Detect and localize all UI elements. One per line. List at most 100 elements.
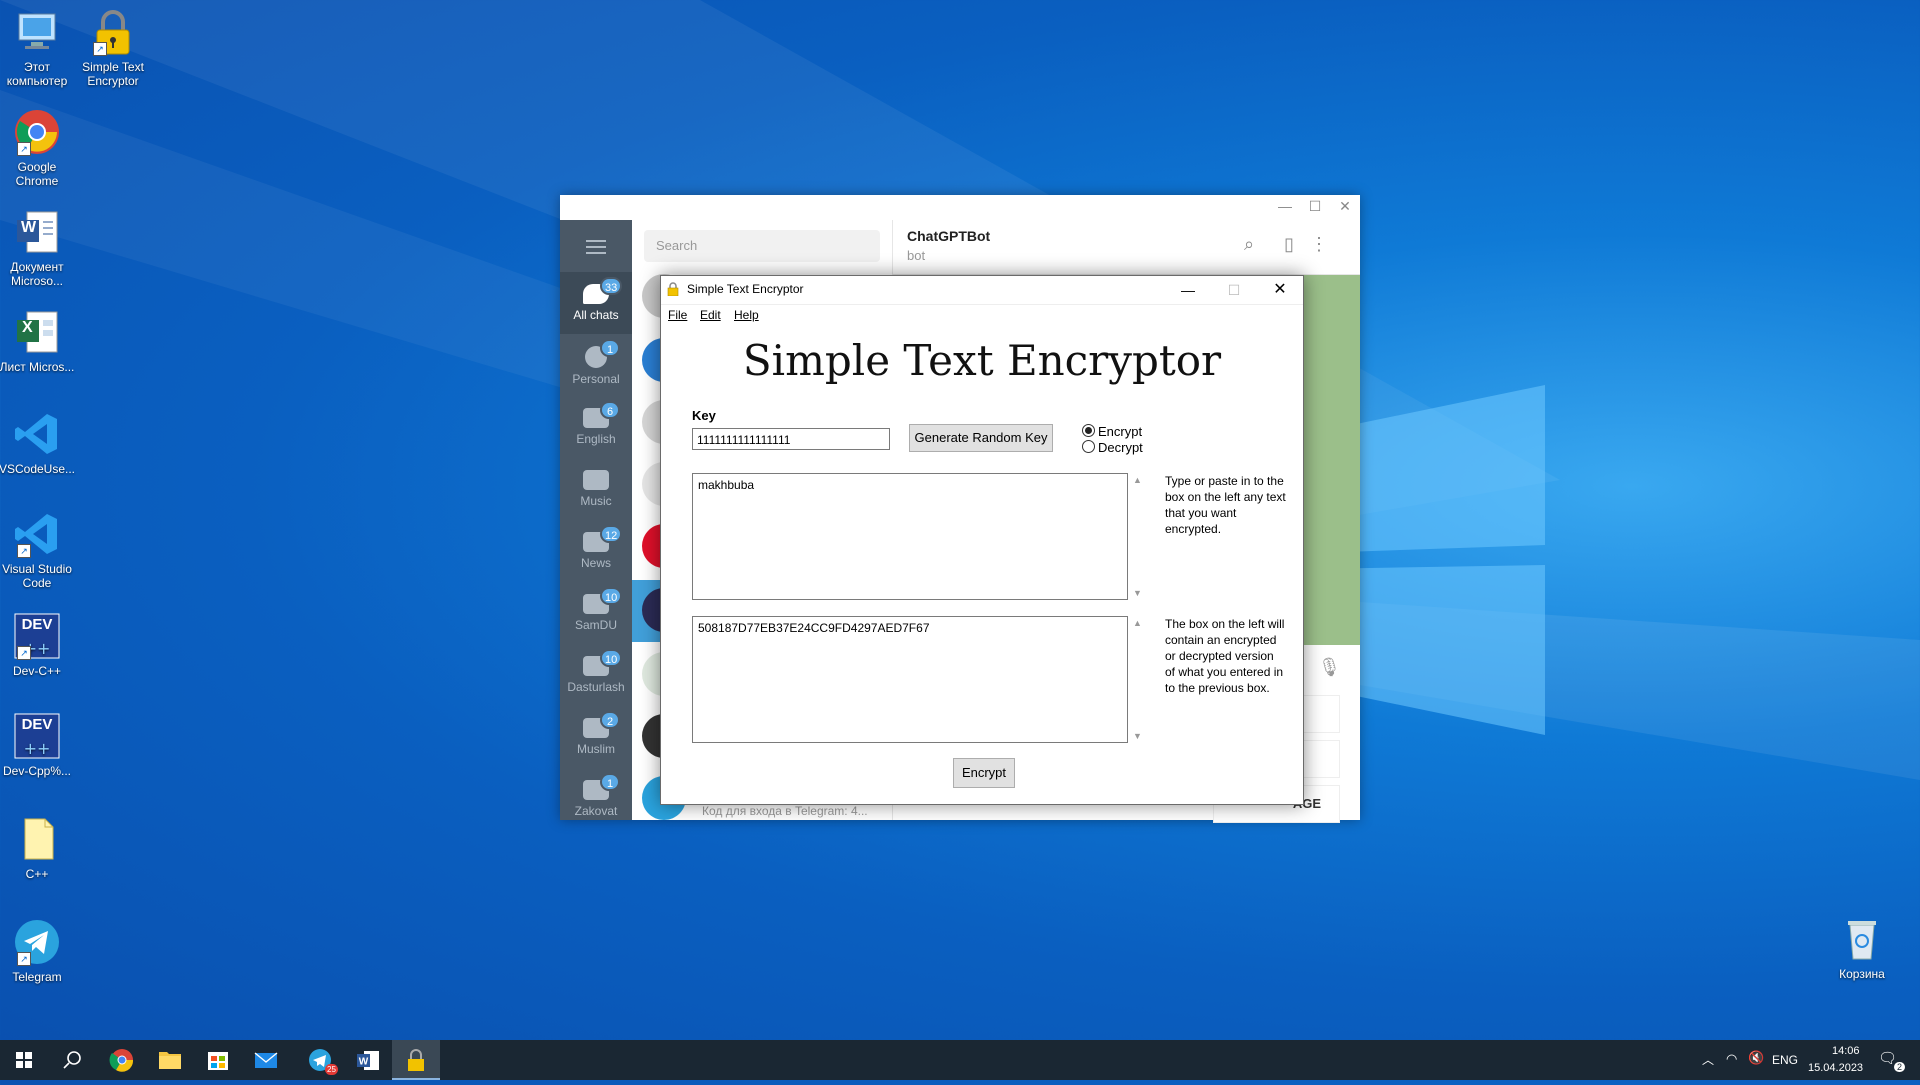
desktop-icon-this-pc[interactable]: Этот компьютер <box>0 8 79 88</box>
taskbar-chrome[interactable] <box>98 1040 146 1080</box>
language-indicator[interactable]: ENG <box>1772 1053 1798 1067</box>
clock-date[interactable]: 15.04.2023 <box>1808 1062 1863 1074</box>
desktop-icon-label: Этот компьютер <box>6 60 68 88</box>
menu-bar: File Edit Help <box>661 305 1303 325</box>
show-hidden-icons-icon[interactable]: ︿ <box>1702 1051 1714 1068</box>
decrypt-radio[interactable]: Decrypt <box>1082 440 1143 455</box>
encryptor-titlebar: Simple Text Encryptor — ☐ ✕ <box>661 276 1303 305</box>
folder-label: Zakovat <box>574 804 618 818</box>
folder-dasturlash[interactable]: 10 Dasturlash <box>560 644 632 706</box>
folder-icon <box>159 1052 181 1069</box>
desktop-icon-word-document[interactable]: W Документ Microso... <box>0 208 79 288</box>
search-input[interactable]: Search <box>644 230 880 262</box>
search-icon[interactable]: ⌕ <box>1238 234 1260 256</box>
svg-text:++: ++ <box>24 739 51 758</box>
store-icon <box>208 1052 228 1070</box>
folder-muslim[interactable]: 2 Muslim <box>560 706 632 768</box>
system-tray: ︿ ◠ 🔇 ENG 14:06 15.04.2023 🗨 2 <box>1690 1040 1920 1080</box>
scroll-up-icon[interactable]: ▲ <box>1129 618 1146 628</box>
input-textarea[interactable]: makhbuba <box>692 473 1128 600</box>
folder-news[interactable]: 12 News <box>560 520 632 582</box>
mail-icon <box>254 1052 278 1068</box>
minimize-icon[interactable]: — <box>1270 198 1300 214</box>
scroll-down-icon[interactable]: ▼ <box>1129 588 1146 598</box>
encrypt-radio[interactable]: Encrypt <box>1082 424 1142 439</box>
menu-help[interactable]: Help <box>734 308 759 322</box>
menu-edit[interactable]: Edit <box>700 308 721 322</box>
desktop-icon-cpp-file[interactable]: C++ <box>0 815 79 881</box>
maximize-icon[interactable]: ☐ <box>1300 198 1330 215</box>
telegram-folder-sidebar: 33 All chats 1 Personal 6 English Music … <box>560 220 632 820</box>
taskbar-word[interactable]: W <box>344 1040 392 1080</box>
desktop-icon-telegram[interactable]: ↗ Telegram <box>0 918 79 984</box>
folder-personal[interactable]: 1 Personal <box>560 334 632 396</box>
shortcut-arrow-icon: ↗ <box>93 42 107 56</box>
dev-cpp-icon: ++ DEV ↗ <box>13 612 61 660</box>
telegram-icon <box>309 1049 331 1071</box>
sidebar-toggle-icon[interactable]: ▯ <box>1278 234 1300 256</box>
generate-random-key-button[interactable]: Generate Random Key <box>909 424 1053 452</box>
desktop-icon-excel-sheet[interactable]: X Лист Micros... <box>0 308 79 374</box>
vscode-icon: ↗ <box>13 510 61 558</box>
recycle-bin-label: Корзина <box>1839 967 1885 981</box>
volume-icon[interactable]: 🔇 <box>1748 1050 1764 1066</box>
key-input[interactable]: 1111111111111111 <box>692 428 890 450</box>
search-icon <box>63 1051 81 1069</box>
svg-text:W: W <box>359 1057 369 1068</box>
desktop-icon-recycle-bin[interactable]: Корзина <box>1820 915 1904 981</box>
output-scrollbar[interactable]: ▲ ▼ <box>1129 616 1146 743</box>
folder-zakovat[interactable]: 1 Zakovat <box>560 768 632 820</box>
scroll-up-icon[interactable]: ▲ <box>1129 475 1146 485</box>
folder-music[interactable]: Music <box>560 458 632 520</box>
desktop-icon-label: Visual Studio Code <box>2 562 72 590</box>
output-textarea[interactable]: 508187D77EB37E24CC9FD4297AED7F67 <box>692 616 1128 743</box>
desktop-icon-dev-cpp[interactable]: ++ DEV ↗ Dev-C++ <box>0 612 79 678</box>
more-options-icon[interactable]: ⋮ <box>1308 234 1330 256</box>
desktop-icon-label: Simple Text Encryptor <box>82 60 144 88</box>
maximize-icon: ☐ <box>1227 282 1241 298</box>
close-icon[interactable]: ✕ <box>1257 276 1303 304</box>
minimize-icon[interactable]: — <box>1165 276 1211 304</box>
input-scrollbar[interactable]: ▲ ▼ <box>1129 473 1146 600</box>
encrypt-button[interactable]: Encrypt <box>953 758 1015 788</box>
microphone-icon[interactable]: 🎙 <box>1318 657 1341 678</box>
network-icon[interactable]: ◠ <box>1726 1051 1737 1067</box>
taskbar-simple-text-encryptor[interactable] <box>392 1040 440 1080</box>
folder-label: All chats <box>573 308 619 322</box>
taskbar-telegram[interactable]: 25 <box>296 1040 344 1080</box>
padlock-icon <box>408 1049 424 1071</box>
folder-label: Music <box>580 494 612 508</box>
decrypt-radio-label: Decrypt <box>1098 440 1143 455</box>
file-icon <box>13 815 61 863</box>
desktop-icon-dev-cpp-folder[interactable]: ++ DEV Dev-Cpp%... <box>0 712 79 778</box>
encrypt-radio-label: Encrypt <box>1098 424 1143 439</box>
chat-title[interactable]: ChatGPTBot <box>907 228 990 244</box>
folder-all-chats[interactable]: 33 All chats <box>560 272 632 334</box>
hamburger-menu-icon[interactable] <box>586 240 606 254</box>
folder-english[interactable]: 6 English <box>560 396 632 458</box>
taskbar-search-button[interactable] <box>48 1040 96 1080</box>
desktop-icon-chrome[interactable]: ↗ Google Chrome <box>0 108 79 188</box>
output-help-text: The box on the left will contain an encr… <box>1165 617 1285 695</box>
taskbar-mail[interactable] <box>242 1040 290 1080</box>
desktop-icon-label: Dev-C++ <box>12 664 62 678</box>
folder-label: Dasturlash <box>567 680 625 694</box>
taskbar: 25 W ︿ ◠ 🔇 ENG 14:06 15.04.2023 🗨 2 <box>0 1040 1920 1080</box>
folder-badge: 10 <box>600 649 623 667</box>
menu-file[interactable]: File <box>668 308 687 322</box>
input-help-text: Type or paste in to the box on the left … <box>1165 474 1286 536</box>
clock-time[interactable]: 14:06 <box>1832 1045 1860 1057</box>
start-button[interactable] <box>0 1040 48 1080</box>
radio-unselected-icon <box>1082 440 1095 453</box>
desktop-icon-simple-text-encryptor[interactable]: ↗ Simple Text Encryptor <box>71 8 155 88</box>
telegram-titlebar: — ☐ ✕ <box>560 195 1360 220</box>
desktop-icon-vscode-user[interactable]: VSCodeUse... <box>0 410 79 476</box>
folder-label: Muslim <box>577 742 615 756</box>
folder-samdu[interactable]: 10 SamDU <box>560 582 632 644</box>
scroll-down-icon[interactable]: ▼ <box>1129 731 1146 741</box>
taskbar-store[interactable] <box>194 1040 242 1080</box>
desktop-icon-visual-studio-code[interactable]: ↗ Visual Studio Code <box>0 510 79 590</box>
taskbar-file-explorer[interactable] <box>146 1040 194 1080</box>
close-icon[interactable]: ✕ <box>1330 198 1360 215</box>
folder-label: News <box>580 556 611 570</box>
